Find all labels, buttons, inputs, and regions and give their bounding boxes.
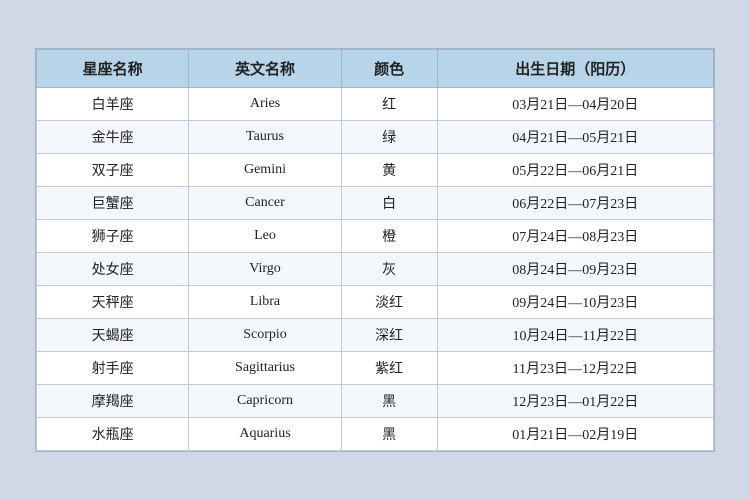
- zodiac-table: 星座名称 英文名称 颜色 出生日期（阳历） 白羊座Aries红03月21日—04…: [36, 49, 714, 451]
- cell-r7-c2: 深红: [341, 319, 437, 352]
- cell-r4-c2: 橙: [341, 220, 437, 253]
- cell-r1-c2: 绿: [341, 121, 437, 154]
- cell-r5-c2: 灰: [341, 253, 437, 286]
- table-row: 天秤座Libra淡红09月24日—10月23日: [37, 286, 714, 319]
- table-body: 白羊座Aries红03月21日—04月20日金牛座Taurus绿04月21日—0…: [37, 88, 714, 451]
- cell-r5-c0: 处女座: [37, 253, 189, 286]
- cell-r6-c2: 淡红: [341, 286, 437, 319]
- cell-r1-c1: Taurus: [189, 121, 341, 154]
- col-header-birthdate: 出生日期（阳历）: [437, 50, 713, 88]
- cell-r2-c2: 黄: [341, 154, 437, 187]
- cell-r5-c3: 08月24日—09月23日: [437, 253, 713, 286]
- table-row: 射手座Sagittarius紫红11月23日—12月22日: [37, 352, 714, 385]
- table-row: 金牛座Taurus绿04月21日—05月21日: [37, 121, 714, 154]
- cell-r8-c2: 紫红: [341, 352, 437, 385]
- cell-r9-c2: 黑: [341, 385, 437, 418]
- cell-r3-c2: 白: [341, 187, 437, 220]
- table-row: 天蝎座Scorpio深红10月24日—11月22日: [37, 319, 714, 352]
- col-header-chinese-name: 星座名称: [37, 50, 189, 88]
- zodiac-table-container: 星座名称 英文名称 颜色 出生日期（阳历） 白羊座Aries红03月21日—04…: [35, 48, 715, 452]
- table-row: 处女座Virgo灰08月24日—09月23日: [37, 253, 714, 286]
- table-row: 水瓶座Aquarius黑01月21日—02月19日: [37, 418, 714, 451]
- table-row: 双子座Gemini黄05月22日—06月21日: [37, 154, 714, 187]
- cell-r0-c0: 白羊座: [37, 88, 189, 121]
- table-row: 白羊座Aries红03月21日—04月20日: [37, 88, 714, 121]
- cell-r0-c1: Aries: [189, 88, 341, 121]
- cell-r2-c3: 05月22日—06月21日: [437, 154, 713, 187]
- cell-r9-c3: 12月23日—01月22日: [437, 385, 713, 418]
- cell-r9-c1: Capricorn: [189, 385, 341, 418]
- cell-r3-c1: Cancer: [189, 187, 341, 220]
- table-row: 狮子座Leo橙07月24日—08月23日: [37, 220, 714, 253]
- cell-r4-c1: Leo: [189, 220, 341, 253]
- cell-r9-c0: 摩羯座: [37, 385, 189, 418]
- cell-r0-c2: 红: [341, 88, 437, 121]
- cell-r6-c3: 09月24日—10月23日: [437, 286, 713, 319]
- cell-r0-c3: 03月21日—04月20日: [437, 88, 713, 121]
- cell-r7-c0: 天蝎座: [37, 319, 189, 352]
- cell-r4-c0: 狮子座: [37, 220, 189, 253]
- cell-r8-c3: 11月23日—12月22日: [437, 352, 713, 385]
- cell-r10-c1: Aquarius: [189, 418, 341, 451]
- cell-r3-c3: 06月22日—07月23日: [437, 187, 713, 220]
- cell-r10-c2: 黑: [341, 418, 437, 451]
- cell-r2-c0: 双子座: [37, 154, 189, 187]
- table-row: 巨蟹座Cancer白06月22日—07月23日: [37, 187, 714, 220]
- cell-r7-c1: Scorpio: [189, 319, 341, 352]
- cell-r1-c0: 金牛座: [37, 121, 189, 154]
- cell-r7-c3: 10月24日—11月22日: [437, 319, 713, 352]
- cell-r2-c1: Gemini: [189, 154, 341, 187]
- cell-r10-c0: 水瓶座: [37, 418, 189, 451]
- cell-r8-c1: Sagittarius: [189, 352, 341, 385]
- col-header-english-name: 英文名称: [189, 50, 341, 88]
- cell-r4-c3: 07月24日—08月23日: [437, 220, 713, 253]
- col-header-color: 颜色: [341, 50, 437, 88]
- table-row: 摩羯座Capricorn黑12月23日—01月22日: [37, 385, 714, 418]
- cell-r3-c0: 巨蟹座: [37, 187, 189, 220]
- cell-r10-c3: 01月21日—02月19日: [437, 418, 713, 451]
- cell-r5-c1: Virgo: [189, 253, 341, 286]
- cell-r1-c3: 04月21日—05月21日: [437, 121, 713, 154]
- cell-r8-c0: 射手座: [37, 352, 189, 385]
- table-header-row: 星座名称 英文名称 颜色 出生日期（阳历）: [37, 50, 714, 88]
- cell-r6-c1: Libra: [189, 286, 341, 319]
- cell-r6-c0: 天秤座: [37, 286, 189, 319]
